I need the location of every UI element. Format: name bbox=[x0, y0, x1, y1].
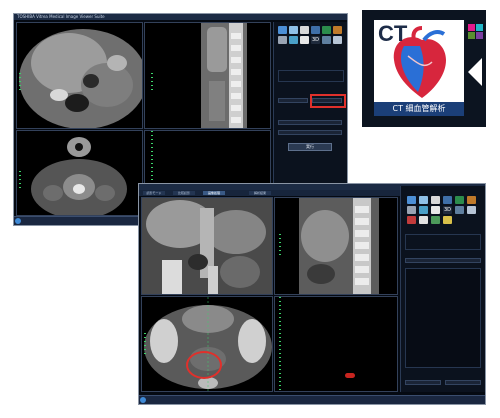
viewport-axial-neck[interactable] bbox=[16, 130, 143, 216]
tab-processing[interactable]: 画像処理 bbox=[203, 191, 225, 195]
segment-tool-icon[interactable] bbox=[431, 216, 440, 224]
color-swatch-pink bbox=[468, 24, 475, 31]
lesion-annotation-circle bbox=[186, 351, 222, 379]
info-field bbox=[278, 70, 344, 82]
viewport-sagittal-bottom[interactable] bbox=[274, 197, 398, 295]
viewport-coronal[interactable] bbox=[141, 197, 273, 295]
scale-ruler bbox=[19, 171, 21, 191]
3d-icon[interactable]: 3D bbox=[311, 36, 320, 44]
info-field bbox=[405, 234, 481, 250]
taskbar-bottom bbox=[139, 395, 485, 404]
color-swatch-green bbox=[468, 32, 475, 39]
rotate-icon[interactable] bbox=[322, 26, 331, 34]
scale-ruler bbox=[279, 297, 281, 391]
viewport-3d-result[interactable] bbox=[274, 296, 398, 392]
footer-button-right[interactable] bbox=[445, 380, 481, 385]
save-icon[interactable] bbox=[467, 206, 476, 214]
ct-sagittal-bottom-image bbox=[299, 198, 379, 294]
layout-icon[interactable] bbox=[278, 26, 287, 34]
ct-sagittal-image bbox=[201, 23, 247, 128]
mip-icon[interactable] bbox=[431, 206, 440, 214]
parameter-field-1[interactable] bbox=[278, 120, 342, 125]
cut-icon[interactable] bbox=[322, 36, 331, 44]
tab-results[interactable]: 解析結果 bbox=[249, 191, 271, 195]
window-title: TOSHIBA Vitrea Medical Image Viewer Suit… bbox=[14, 14, 347, 20]
start-button[interactable] bbox=[15, 218, 21, 224]
ct-axial-neck-image bbox=[31, 137, 127, 215]
vessel-tool-icon[interactable] bbox=[419, 216, 428, 224]
zoom-icon[interactable] bbox=[289, 26, 298, 34]
footer-button-left[interactable] bbox=[405, 380, 441, 385]
option-button-left[interactable] bbox=[278, 98, 308, 103]
ct-coronal-image bbox=[142, 198, 272, 294]
scale-ruler bbox=[144, 333, 146, 357]
rotate-icon[interactable] bbox=[455, 196, 464, 204]
crosshair-icon[interactable] bbox=[289, 36, 298, 44]
execute-button[interactable]: 実行 bbox=[288, 143, 332, 151]
color-swatch-cyan bbox=[476, 24, 483, 31]
mip-icon[interactable] bbox=[300, 36, 309, 44]
bottom-control-panel: 3D bbox=[400, 186, 485, 392]
window-level-icon[interactable] bbox=[443, 196, 452, 204]
start-button[interactable] bbox=[140, 397, 146, 403]
export-icon[interactable] bbox=[443, 216, 452, 224]
cut-icon[interactable] bbox=[455, 206, 464, 214]
settings-icon[interactable] bbox=[278, 36, 287, 44]
viewport-axial-pelvis[interactable] bbox=[141, 296, 273, 392]
measure-icon[interactable] bbox=[467, 196, 476, 204]
scale-ruler bbox=[19, 73, 21, 93]
measure-icon[interactable] bbox=[333, 26, 342, 34]
viewport-axial-top[interactable] bbox=[16, 22, 143, 129]
viewport-sagittal-top[interactable] bbox=[144, 22, 271, 129]
ct-vascular-analysis-logo: CT CT 細血管解析 bbox=[362, 10, 486, 127]
parameter-field-2[interactable] bbox=[278, 130, 342, 135]
ct-axial-abdomen-image bbox=[19, 29, 142, 128]
zoom-icon[interactable] bbox=[419, 196, 428, 204]
pan-icon[interactable] bbox=[300, 26, 309, 34]
window-level-icon[interactable] bbox=[311, 26, 320, 34]
parameter-field[interactable] bbox=[405, 258, 481, 263]
ct-letters: CT bbox=[378, 21, 408, 46]
logo-caption: CT 細血管解析 bbox=[374, 102, 464, 116]
color-swatch-purple bbox=[476, 32, 483, 39]
pan-icon[interactable] bbox=[431, 196, 440, 204]
scale-ruler bbox=[279, 234, 281, 258]
layout-icon[interactable] bbox=[407, 196, 416, 204]
result-list bbox=[405, 268, 481, 368]
3d-icon[interactable]: 3D bbox=[443, 206, 452, 214]
settings-icon[interactable] bbox=[407, 206, 416, 214]
scale-ruler bbox=[151, 73, 153, 93]
bottom-viewer-window: 読影モード 比較読影 画像処理 解析結果 3D bbox=[138, 183, 486, 405]
vessel-render-blob bbox=[345, 373, 355, 378]
highlight-box bbox=[310, 94, 346, 108]
tab-compare[interactable]: 比較読影 bbox=[173, 191, 195, 195]
logo-inner-panel: CT CT 細血管解析 bbox=[374, 20, 464, 116]
play-triangle-icon bbox=[468, 58, 482, 86]
save-icon[interactable] bbox=[333, 36, 342, 44]
crosshair-icon[interactable] bbox=[419, 206, 428, 214]
tab-reading[interactable]: 読影モード bbox=[143, 191, 165, 195]
heart-tool-icon[interactable] bbox=[407, 216, 416, 224]
